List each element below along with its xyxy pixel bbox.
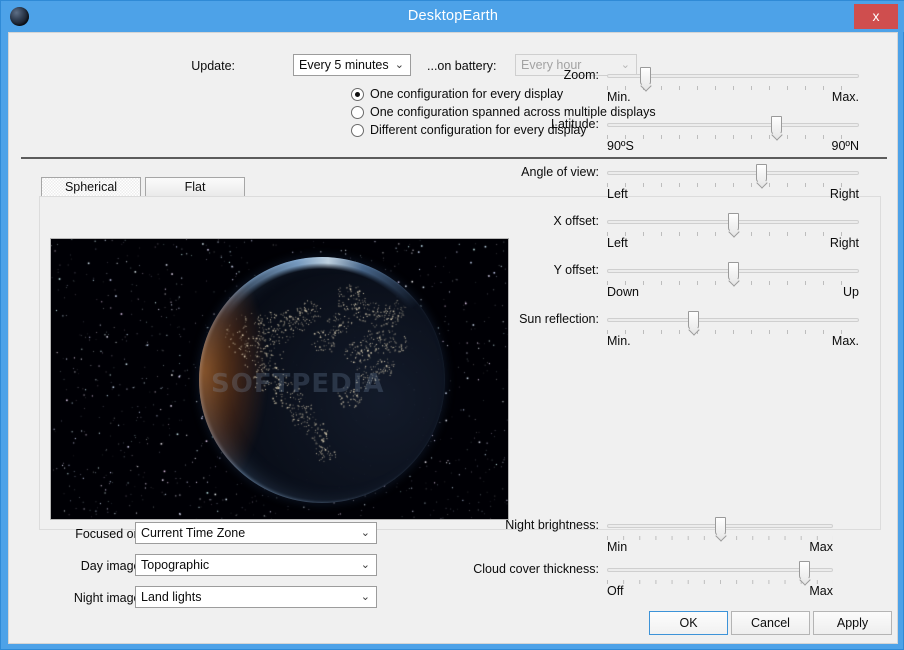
slider-max-label: Max. — [831, 90, 859, 104]
slider-label: Angle of view: — [521, 165, 599, 179]
slider-thumb[interactable] — [687, 311, 699, 330]
slider-label: Cloud cover thickness: — [473, 562, 599, 576]
slider-min-label: Min. — [607, 90, 631, 104]
tab-flat[interactable]: Flat — [145, 177, 245, 198]
slider-ticks — [607, 183, 859, 187]
slider-ticks — [607, 135, 859, 139]
city-lights — [199, 257, 445, 503]
slider-label: X offset: — [553, 214, 599, 228]
section-divider — [21, 157, 887, 159]
update-label: Update: — [191, 59, 235, 73]
slider-label: Y offset: — [553, 263, 599, 277]
earth-globe — [199, 257, 445, 503]
slider-track[interactable] — [607, 123, 859, 127]
slider-label: Night brightness: — [505, 518, 599, 532]
globe-preview: SOFTPEDIA — [50, 238, 509, 520]
slider-min-label: Min. — [607, 334, 631, 348]
chevron-down-icon: ⌄ — [360, 527, 370, 539]
chevron-down-icon: ⌄ — [360, 591, 370, 603]
window-title: DesktopEarth — [407, 8, 499, 24]
slider-min-label: Off — [607, 584, 624, 598]
focused-on-label: Focused on: — [75, 527, 144, 541]
focused-on-value: Current Time Zone — [141, 526, 246, 540]
cancel-button[interactable]: Cancel — [731, 611, 810, 635]
slider-ticks — [607, 330, 859, 334]
desktopearth-window: DesktopEarth x Update: Every 5 minutes ⌄… — [0, 0, 904, 650]
radio-label: One configuration spanned across multipl… — [370, 105, 656, 119]
radio-mark — [351, 124, 364, 137]
slider-max-label: Max. — [831, 334, 859, 348]
slider-thumb[interactable] — [770, 116, 782, 135]
slider-max-label: Right — [829, 187, 859, 201]
slider-max-label: Up — [843, 285, 859, 299]
slider-thumb[interactable] — [798, 561, 810, 580]
close-button[interactable]: x — [854, 4, 898, 29]
slider-max-label: 90ºN — [831, 139, 860, 153]
slider-max-label: Max — [809, 540, 833, 554]
update-select[interactable]: Every 5 minutes ⌄ — [293, 54, 411, 76]
battery-label: ...on battery: — [427, 59, 497, 73]
slider-max-label: Right — [829, 236, 859, 250]
radio-label: One configuration for every display — [370, 87, 564, 101]
client-area: Update: Every 5 minutes ⌄ ...on battery:… — [8, 32, 898, 644]
chevron-down-icon: ⌄ — [360, 559, 370, 571]
radio-mark — [351, 106, 364, 119]
day-image-value: Topographic — [141, 558, 210, 572]
slider-label: Zoom: — [563, 68, 599, 82]
slider-thumb[interactable] — [639, 67, 651, 86]
slider-thumb[interactable] — [728, 213, 739, 232]
chevron-down-icon: ⌄ — [394, 59, 404, 71]
day-image-label: Day image: — [80, 559, 144, 573]
slider-label: Sun reflection: — [519, 312, 599, 326]
titlebar: DesktopEarth x — [1, 1, 904, 32]
slider-track[interactable] — [607, 318, 859, 322]
slider-thumb[interactable] — [728, 262, 739, 281]
slider-min-label: Down — [607, 285, 639, 299]
slider-max-label: Max — [809, 584, 833, 598]
slider-min-label: Left — [607, 187, 628, 201]
update-select-value: Every 5 minutes — [299, 58, 389, 72]
ok-button[interactable]: OK — [649, 611, 728, 635]
slider-label: Latitude: — [551, 117, 599, 131]
slider-track[interactable] — [607, 171, 859, 175]
slider-min-label: Min — [607, 540, 628, 554]
slider-thumb[interactable] — [715, 517, 726, 536]
night-image-value: Land lights — [141, 590, 202, 604]
slider-min-label: 90ºS — [607, 139, 634, 153]
focused-on-select[interactable]: Current Time Zone ⌄ — [135, 522, 377, 544]
radio-mark-selected — [351, 88, 364, 101]
tab-spherical[interactable]: Spherical — [41, 177, 141, 198]
slider-min-label: Left — [607, 236, 628, 250]
slider-thumb[interactable] — [755, 164, 767, 183]
apply-button[interactable]: Apply — [813, 611, 892, 635]
night-image-select[interactable]: Land lights ⌄ — [135, 586, 377, 608]
day-image-select[interactable]: Topographic ⌄ — [135, 554, 377, 576]
night-image-label: Night image: — [73, 591, 144, 605]
chevron-down-icon: ⌄ — [620, 59, 630, 71]
